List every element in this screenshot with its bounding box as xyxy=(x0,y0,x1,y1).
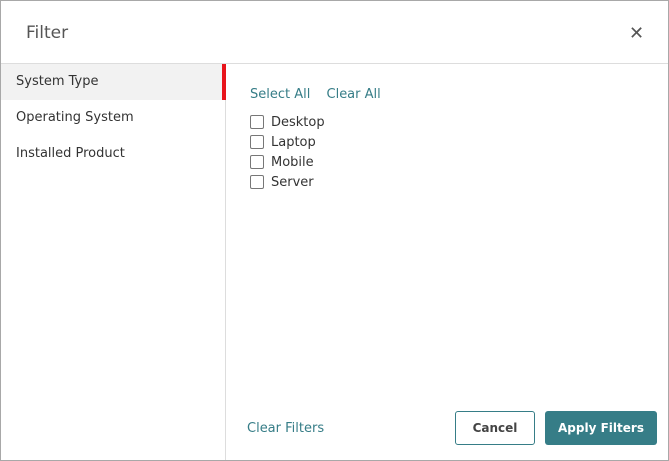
sidebar-item-system-type[interactable]: System Type xyxy=(1,64,226,100)
clear-filters-link[interactable]: Clear Filters xyxy=(247,421,324,436)
dialog-header: Filter ✕ xyxy=(1,1,668,64)
option-mobile[interactable]: Mobile xyxy=(250,152,325,172)
checkbox[interactable] xyxy=(250,115,264,129)
apply-filters-button[interactable]: Apply Filters xyxy=(545,411,657,445)
cancel-button[interactable]: Cancel xyxy=(455,411,535,445)
checkbox[interactable] xyxy=(250,175,264,189)
filter-category-sidebar: System Type Operating System Installed P… xyxy=(1,64,226,460)
filter-dialog: Filter ✕ System Type Operating System In… xyxy=(0,0,669,461)
option-laptop[interactable]: Laptop xyxy=(250,132,325,152)
clear-all-link[interactable]: Clear All xyxy=(327,87,381,102)
option-label: Desktop xyxy=(271,114,325,130)
select-all-link[interactable]: Select All xyxy=(250,87,310,102)
option-server[interactable]: Server xyxy=(250,172,325,192)
option-desktop[interactable]: Desktop xyxy=(250,112,325,132)
sidebar-item-installed-product[interactable]: Installed Product xyxy=(1,136,225,172)
option-label: Laptop xyxy=(271,134,316,150)
filter-options-panel: Select All Clear All Desktop Laptop Mobi… xyxy=(227,64,668,460)
close-icon[interactable]: ✕ xyxy=(629,23,644,44)
checkbox[interactable] xyxy=(250,155,264,169)
option-label: Server xyxy=(271,174,314,190)
checkbox[interactable] xyxy=(250,135,264,149)
sidebar-item-operating-system[interactable]: Operating System xyxy=(1,100,225,136)
option-label: Mobile xyxy=(271,154,314,170)
dialog-title: Filter xyxy=(26,23,69,43)
